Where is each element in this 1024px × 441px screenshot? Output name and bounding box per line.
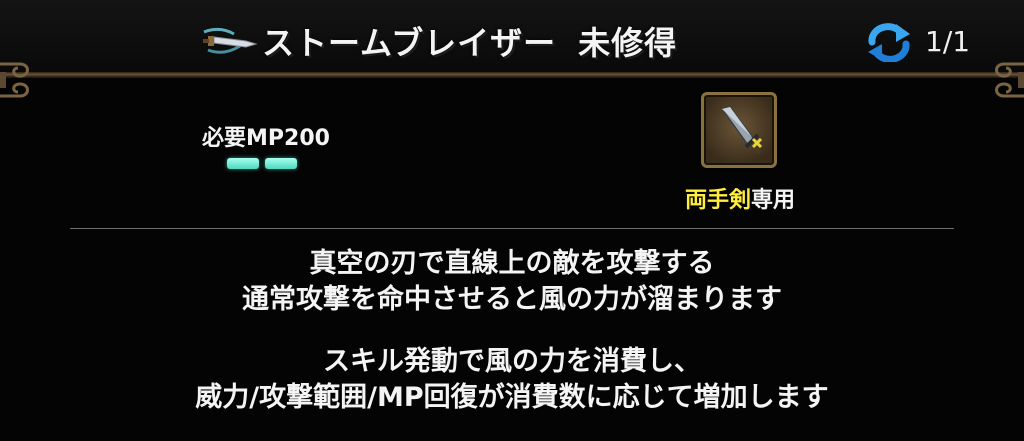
description-gap — [0, 318, 1024, 344]
weapon-exclusive: 専用 — [751, 188, 796, 213]
cycle-arrows-icon[interactable] — [866, 22, 912, 62]
skill-title: ストームブレイザー 未修得 — [262, 18, 677, 64]
mp-requirement: 必要MP200 — [202, 126, 330, 151]
skill-detail-panel: ストームブレイザー 未修得 1/1 必要MP200 両手剣専用 真空の刃で直線上の… — [0, 0, 1024, 441]
section-divider — [70, 228, 954, 229]
page-indicator: 1/1 — [925, 25, 971, 58]
mp-pip — [227, 158, 259, 169]
skill-description: 真空の刃で直線上の敵を攻撃する 通常攻撃を命中させると風の力が溜まります スキル… — [0, 246, 1024, 416]
ornate-bracket-left — [0, 62, 29, 98]
wind-sword-icon — [203, 27, 258, 54]
two-handed-sword-icon — [720, 106, 763, 155]
description-line: 通常攻撃を命中させると風の力が溜まります — [242, 284, 782, 315]
skill-name: ストームブレイザー — [262, 24, 557, 62]
weapon-restriction: 両手剣専用 — [660, 182, 820, 214]
mp-cost-pips — [227, 158, 297, 170]
learn-status: 未修得 — [578, 24, 678, 62]
mp-pip — [265, 158, 297, 169]
weapon-type-frame — [701, 92, 777, 168]
weapon-type: 両手剣 — [684, 188, 751, 213]
description-line: スキル発動で風の力を消費し、 — [323, 346, 701, 377]
header-divider — [0, 72, 1024, 78]
ornate-bracket-right — [995, 62, 1024, 98]
description-line: 威力/攻撃範囲/MP回復が消費数に応じて増加します — [195, 382, 829, 413]
description-line: 真空の刃で直線上の敵を攻撃する — [309, 248, 715, 279]
